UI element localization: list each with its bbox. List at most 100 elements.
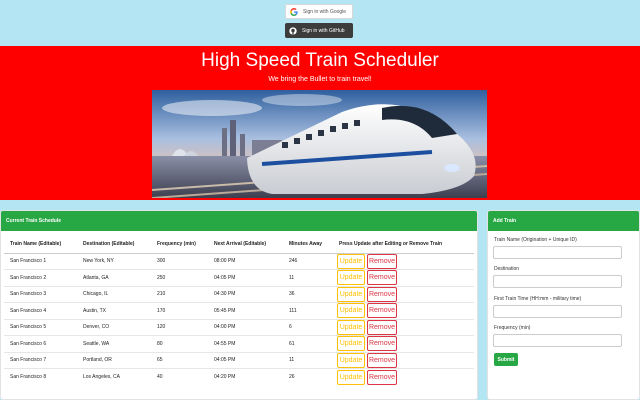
actions-cell: Update Remove — [333, 252, 474, 270]
first-train-time-input[interactable] — [493, 305, 622, 318]
train-name-cell[interactable]: San Francisco 3 — [4, 285, 77, 303]
first-train-time-label: First Train Time (HH:mm - military time) — [494, 296, 582, 302]
frequency-cell: 210 — [151, 285, 208, 303]
destination-cell[interactable]: Seattle, WA — [77, 335, 151, 352]
remove-button[interactable]: Remove — [367, 286, 397, 302]
next-arrival-cell[interactable]: 04:00 PM — [208, 318, 283, 336]
update-button[interactable]: Update — [337, 369, 365, 385]
train-name-cell[interactable]: San Francisco 6 — [4, 335, 77, 352]
next-arrival-cell[interactable]: 05:45 PM — [208, 302, 283, 319]
table-row: San Francisco 2 Atlanta, GA 250 04:05 PM… — [4, 269, 474, 286]
update-button[interactable]: Update — [337, 286, 365, 302]
train-name-cell[interactable]: San Francisco 7 — [4, 351, 77, 369]
google-signin-button[interactable]: Sign in with Google — [285, 4, 353, 19]
col-next-arrival: Next Arrival (Editable) — [208, 236, 283, 254]
update-button[interactable]: Update — [337, 319, 365, 335]
train-schedule-panel: Current Train Schedule Train Name (Edita… — [0, 210, 478, 400]
next-arrival-cell[interactable]: 08:00 PM — [208, 252, 283, 270]
train-name-cell[interactable]: San Francisco 5 — [4, 318, 77, 336]
minutes-away-cell: 26 — [283, 368, 333, 385]
destination-cell[interactable]: Los Angeles, CA — [77, 368, 151, 385]
remove-button[interactable]: Remove — [367, 319, 397, 335]
page-title: High Speed Train Scheduler — [201, 50, 439, 71]
remove-button[interactable]: Remove — [367, 253, 397, 269]
destination-cell[interactable]: New York, NY — [77, 252, 151, 270]
train-name-cell[interactable]: San Francisco 1 — [4, 252, 77, 270]
remove-button[interactable]: Remove — [367, 336, 397, 352]
minutes-away-cell: 246 — [283, 252, 333, 270]
actions-cell: Update Remove — [333, 368, 474, 385]
col-destination: Destination (Editable) — [77, 236, 151, 254]
table-row: San Francisco 7 Portland, OR 65 04:05 PM… — [4, 351, 474, 369]
update-button[interactable]: Update — [337, 270, 365, 286]
bullet-train-image — [152, 90, 487, 198]
google-signin-label: Sign in with Google — [303, 8, 347, 15]
google-icon — [290, 7, 298, 16]
minutes-away-cell: 6 — [283, 318, 333, 336]
github-icon — [289, 26, 297, 35]
github-signin-button[interactable]: Sign in with GitHub — [285, 23, 353, 38]
frequency-input[interactable] — [493, 334, 622, 347]
actions-cell: Update Remove — [333, 269, 474, 286]
actions-cell: Update Remove — [333, 302, 474, 319]
schedule-header: Current Train Schedule — [1, 211, 477, 231]
destination-input[interactable] — [493, 275, 622, 288]
remove-button[interactable]: Remove — [367, 352, 397, 368]
destination-cell[interactable]: Denver, CO — [77, 318, 151, 336]
actions-cell: Update Remove — [333, 318, 474, 336]
frequency-label: Frequency (min) — [494, 325, 531, 331]
add-train-header: Add Train — [488, 211, 639, 231]
actions-cell: Update Remove — [333, 335, 474, 352]
table-row: San Francisco 1 New York, NY 300 08:00 P… — [4, 252, 474, 270]
update-button[interactable]: Update — [337, 336, 365, 352]
frequency-cell: 40 — [151, 368, 208, 385]
col-train-name: Train Name (Editable) — [4, 236, 77, 254]
actions-cell: Update Remove — [333, 351, 474, 369]
frequency-cell: 80 — [151, 335, 208, 352]
destination-cell[interactable]: Austin, TX — [77, 302, 151, 319]
update-button[interactable]: Update — [337, 303, 365, 319]
next-arrival-cell[interactable]: 04:05 PM — [208, 351, 283, 369]
update-button[interactable]: Update — [337, 352, 365, 368]
minutes-away-cell: 111 — [283, 302, 333, 319]
train-name-label: Train Name (Origination + Unique ID) — [494, 237, 577, 243]
schedule-table: Train Name (Editable) Destination (Edita… — [4, 236, 474, 385]
col-minutes-away: Minutes Away — [283, 236, 333, 254]
train-name-input[interactable] — [493, 246, 622, 259]
destination-cell[interactable]: Chicago, IL — [77, 285, 151, 303]
col-frequency: Frequency (min) — [151, 236, 208, 254]
remove-button[interactable]: Remove — [367, 303, 397, 319]
auth-area: Sign in with Google Sign in with GitHub — [0, 0, 640, 46]
table-row: San Francisco 5 Denver, CO 120 04:00 PM … — [4, 318, 474, 336]
next-arrival-cell[interactable]: 04:55 PM — [208, 335, 283, 352]
table-row: San Francisco 6 Seattle, WA 80 04:55 PM … — [4, 335, 474, 352]
github-signin-label: Sign in with GitHub — [302, 27, 345, 34]
destination-cell[interactable]: Portland, OR — [77, 351, 151, 369]
train-name-cell[interactable]: San Francisco 2 — [4, 269, 77, 286]
actions-cell: Update Remove — [333, 285, 474, 303]
frequency-cell: 120 — [151, 318, 208, 336]
next-arrival-cell[interactable]: 04:20 PM — [208, 368, 283, 385]
table-row: San Francisco 3 Chicago, IL 210 04:30 PM… — [4, 285, 474, 303]
remove-button[interactable]: Remove — [367, 270, 397, 286]
page-subtitle: We bring the Bullet to train travel! — [268, 76, 372, 83]
table-row: San Francisco 4 Austin, TX 170 05:45 PM … — [4, 302, 474, 319]
table-row: San Francisco 8 Los Angeles, CA 40 04:20… — [4, 368, 474, 385]
destination-cell[interactable]: Atlanta, GA — [77, 269, 151, 286]
next-arrival-cell[interactable]: 04:30 PM — [208, 285, 283, 303]
next-arrival-cell[interactable]: 04:05 PM — [208, 269, 283, 286]
hero-banner: High Speed Train Scheduler We bring the … — [0, 46, 640, 200]
submit-button[interactable]: Submit — [494, 353, 518, 366]
remove-button[interactable]: Remove — [367, 369, 397, 385]
train-name-cell[interactable]: San Francisco 4 — [4, 302, 77, 319]
col-actions: Press Update after Editing or Remove Tra… — [333, 236, 474, 254]
update-button[interactable]: Update — [337, 253, 365, 269]
minutes-away-cell: 61 — [283, 335, 333, 352]
frequency-cell: 170 — [151, 302, 208, 319]
frequency-cell: 250 — [151, 269, 208, 286]
minutes-away-cell: 11 — [283, 269, 333, 286]
minutes-away-cell: 36 — [283, 285, 333, 303]
add-train-panel: Add Train Train Name (Origination + Uniq… — [487, 210, 640, 400]
train-name-cell[interactable]: San Francisco 8 — [4, 368, 77, 385]
frequency-cell: 65 — [151, 351, 208, 369]
